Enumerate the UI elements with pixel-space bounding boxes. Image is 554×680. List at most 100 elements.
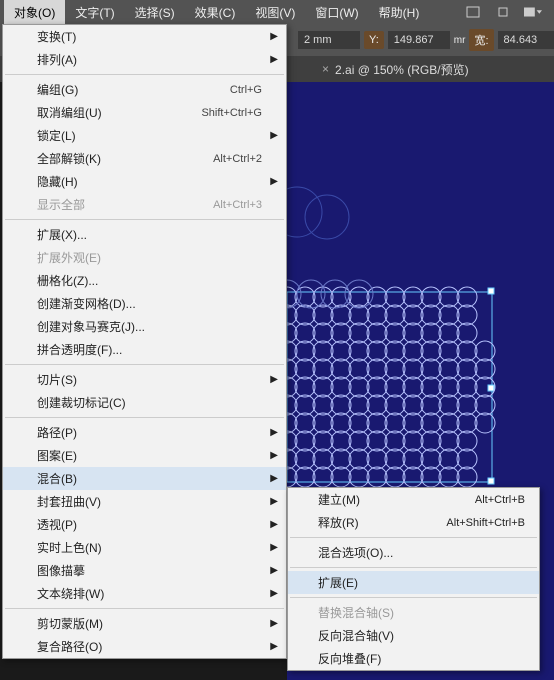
menu-item[interactable]: 隐藏(H) ▶ bbox=[3, 170, 286, 193]
submenu-arrow-icon: ▶ bbox=[270, 473, 278, 484]
menu-shortcut: Ctrl+G bbox=[230, 84, 262, 96]
menu-item[interactable]: 排列(A) ▶ bbox=[3, 48, 286, 71]
mm-value: 2 mm bbox=[298, 31, 360, 49]
menu-item-label: 创建渐变网格(D)... bbox=[37, 295, 136, 312]
menu-item[interactable]: 扩展(X)... bbox=[3, 223, 286, 246]
submenu-item-label: 释放(R) bbox=[318, 514, 359, 531]
menu-item-label: 切片(S) bbox=[37, 371, 77, 388]
y-unit: mr bbox=[454, 35, 466, 46]
menu-item[interactable]: 创建渐变网格(D)... bbox=[3, 292, 286, 315]
menu-shortcut: Alt+Ctrl+3 bbox=[213, 199, 262, 211]
menu-separator bbox=[290, 567, 537, 568]
menu-item-label: 图像描摹 bbox=[37, 562, 85, 579]
menu-item[interactable]: 变换(T) ▶ bbox=[3, 25, 286, 48]
menu-item[interactable]: 创建裁切标记(C) bbox=[3, 391, 286, 414]
doc-icon[interactable] bbox=[464, 5, 482, 19]
menu-item-label: 复合路径(O) bbox=[37, 638, 102, 655]
menu-item[interactable]: 透视(P)▶ bbox=[3, 513, 286, 536]
document-tab[interactable]: 2.ai @ 150% (RGB/预览) bbox=[335, 61, 469, 78]
menubar: 对象(O) 文字(T) 选择(S) 效果(C) 视图(V) 窗口(W) 帮助(H… bbox=[0, 0, 554, 24]
menu-item[interactable]: 剪切蒙版(M) ▶ bbox=[3, 612, 286, 635]
menu-help[interactable]: 帮助(H) bbox=[369, 0, 430, 25]
submenu-item[interactable]: 扩展(E) bbox=[288, 571, 539, 594]
menu-item: 扩展外观(E) bbox=[3, 246, 286, 269]
menu-item[interactable]: 复合路径(O) ▶ bbox=[3, 635, 286, 658]
submenu-arrow-icon: ▶ bbox=[270, 31, 278, 42]
menu-item[interactable]: 创建对象马赛克(J)... bbox=[3, 315, 286, 338]
y-value[interactable]: 149.867 bbox=[388, 31, 450, 49]
submenu-item[interactable]: 释放(R) Alt+Shift+Ctrl+B bbox=[288, 511, 539, 534]
menu-item-label: 拼合透明度(F)... bbox=[37, 341, 122, 358]
menu-item[interactable]: 封套扭曲(V)▶ bbox=[3, 490, 286, 513]
submenu-item: 替换混合轴(S) bbox=[288, 601, 539, 624]
w-value[interactable]: 84.643 bbox=[498, 31, 554, 49]
menu-item[interactable]: 文本绕排(W)▶ bbox=[3, 582, 286, 605]
menu-item[interactable]: 全部解锁(K) Alt+Ctrl+2 bbox=[3, 147, 286, 170]
submenu-item-label: 建立(M) bbox=[318, 491, 360, 508]
submenu-arrow-icon: ▶ bbox=[270, 618, 278, 629]
submenu-item-label: 混合选项(O)... bbox=[318, 544, 393, 561]
menu-item-label: 剪切蒙版(M) bbox=[37, 615, 103, 632]
menu-item-label: 图案(E) bbox=[37, 447, 77, 464]
menu-view[interactable]: 视图(V) bbox=[245, 0, 305, 25]
align-icon[interactable] bbox=[494, 5, 512, 19]
toolbar-right bbox=[464, 5, 550, 19]
menu-separator bbox=[5, 417, 284, 418]
submenu-item[interactable]: 反向堆叠(F) bbox=[288, 647, 539, 670]
submenu-arrow-icon: ▶ bbox=[270, 641, 278, 652]
menu-separator bbox=[5, 219, 284, 220]
menu-item-label: 实时上色(N) bbox=[37, 539, 102, 556]
menu-item-label: 全部解锁(K) bbox=[37, 150, 101, 167]
menu-item[interactable]: 图像描摹 ▶ bbox=[3, 559, 286, 582]
submenu-arrow-icon: ▶ bbox=[270, 565, 278, 576]
submenu-arrow-icon: ▶ bbox=[270, 427, 278, 438]
object-menu: 变换(T) ▶ 排列(A) ▶ 编组(G)Ctrl+G取消编组(U)Shift+Ctrl… bbox=[2, 24, 287, 659]
submenu-arrow-icon: ▶ bbox=[270, 588, 278, 599]
menu-window[interactable]: 窗口(W) bbox=[305, 0, 368, 25]
menu-item[interactable]: 混合(B) ▶ bbox=[3, 467, 286, 490]
menu-item[interactable]: 编组(G)Ctrl+G bbox=[3, 78, 286, 101]
menu-item-label: 创建对象马赛克(J)... bbox=[37, 318, 145, 335]
menu-type[interactable]: 文字(T) bbox=[65, 0, 124, 25]
menu-effect[interactable]: 效果(C) bbox=[185, 0, 246, 25]
menu-item-label: 取消编组(U) bbox=[37, 104, 102, 121]
w-label: 宽: bbox=[469, 29, 493, 51]
menu-item[interactable]: 图案(E) ▶ bbox=[3, 444, 286, 467]
menu-item-label: 混合(B) bbox=[37, 470, 77, 487]
menu-item[interactable]: 路径(P)▶ bbox=[3, 421, 286, 444]
menu-item[interactable]: 栅格化(Z)... bbox=[3, 269, 286, 292]
menu-item-label: 显示全部 bbox=[37, 196, 85, 213]
menu-item-label: 创建裁切标记(C) bbox=[37, 394, 126, 411]
menu-shortcut: Alt+Ctrl+2 bbox=[213, 153, 262, 165]
menu-object[interactable]: 对象(O) bbox=[4, 0, 65, 25]
submenu-shortcut: Alt+Shift+Ctrl+B bbox=[446, 517, 525, 529]
menu-item[interactable]: 拼合透明度(F)... bbox=[3, 338, 286, 361]
submenu-arrow-icon: ▶ bbox=[270, 450, 278, 461]
menu-item-label: 变换(T) bbox=[37, 28, 76, 45]
submenu-item-label: 反向混合轴(V) bbox=[318, 627, 394, 644]
submenu-item-label: 反向堆叠(F) bbox=[318, 650, 381, 667]
menu-item-label: 隐藏(H) bbox=[37, 173, 78, 190]
submenu-item[interactable]: 建立(M)Alt+Ctrl+B bbox=[288, 488, 539, 511]
menu-item: 显示全部 Alt+Ctrl+3 bbox=[3, 193, 286, 216]
menu-separator bbox=[5, 74, 284, 75]
menu-item-label: 透视(P) bbox=[37, 516, 77, 533]
submenu-arrow-icon: ▶ bbox=[270, 542, 278, 553]
menu-item[interactable]: 实时上色(N) ▶ bbox=[3, 536, 286, 559]
menu-item[interactable]: 切片(S) ▶ bbox=[3, 368, 286, 391]
close-tab-icon[interactable]: × bbox=[322, 62, 329, 76]
menu-select[interactable]: 选择(S) bbox=[125, 0, 185, 25]
menu-separator bbox=[290, 597, 537, 598]
submenu-item-label: 扩展(E) bbox=[318, 574, 358, 591]
menu-separator bbox=[290, 537, 537, 538]
submenu-item[interactable]: 反向混合轴(V) bbox=[288, 624, 539, 647]
submenu-arrow-icon: ▶ bbox=[270, 374, 278, 385]
menu-item-label: 排列(A) bbox=[37, 51, 77, 68]
menu-item[interactable]: 取消编组(U)Shift+Ctrl+G bbox=[3, 101, 286, 124]
submenu-item[interactable]: 混合选项(O)... bbox=[288, 541, 539, 564]
layout-dropdown-icon[interactable] bbox=[524, 5, 542, 19]
menu-item[interactable]: 锁定(L)▶ bbox=[3, 124, 286, 147]
submenu-arrow-icon: ▶ bbox=[270, 176, 278, 187]
menu-separator bbox=[5, 364, 284, 365]
submenu-arrow-icon: ▶ bbox=[270, 54, 278, 65]
